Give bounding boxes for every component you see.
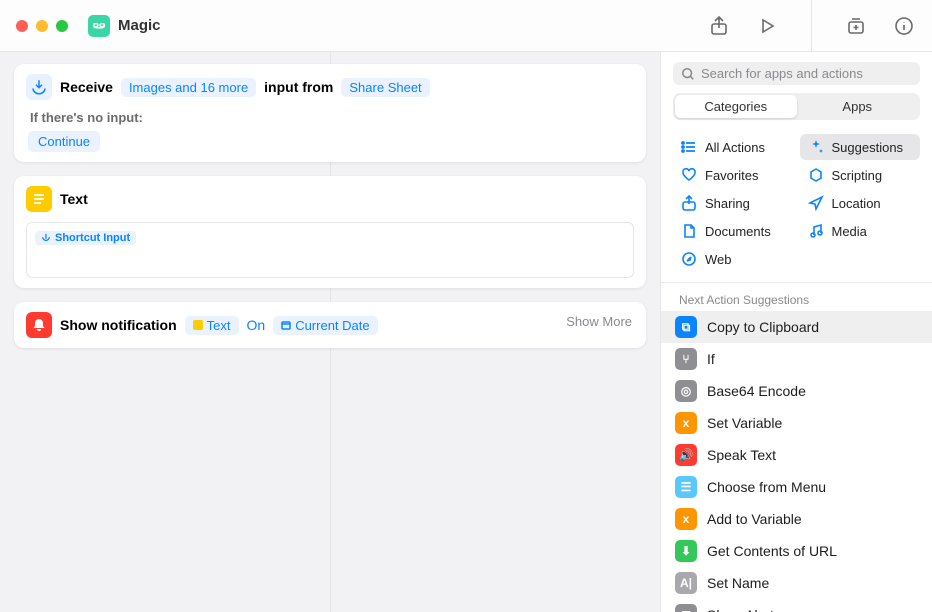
sparkle-icon — [808, 139, 824, 155]
shortcut-input-token[interactable]: Shortcut Input — [35, 231, 136, 245]
receive-verb: Receive — [60, 79, 113, 95]
suggestion-icon: ◎ — [675, 380, 697, 402]
action-library: Categories Apps All Actions Suggestions Fa… — [660, 52, 932, 612]
titlebar: Magic — [0, 0, 932, 52]
category-label: Web — [705, 252, 732, 267]
suggestion-label: Show Alert — [707, 607, 774, 612]
suggestion-get-contents-of-url[interactable]: ⬇ Get Contents of URL — [661, 535, 932, 567]
heart-icon — [681, 167, 697, 183]
notification-on: On — [247, 317, 266, 333]
category-label: Favorites — [705, 168, 758, 183]
text-title: Text — [60, 191, 88, 207]
category-grid: All Actions Suggestions Favorites Scripting… — [661, 130, 932, 282]
receive-mid: input from — [264, 79, 333, 95]
suggestion-show-alert[interactable]: ⊡ Show Alert — [661, 599, 932, 612]
suggestion-add-to-variable[interactable]: x Add to Variable — [661, 503, 932, 535]
share-icon — [681, 195, 697, 211]
suggestion-icon: A| — [675, 572, 697, 594]
doc-icon — [681, 223, 697, 239]
category-scripting[interactable]: Scripting — [800, 162, 921, 188]
category-label: Suggestions — [832, 140, 904, 155]
suggestion-label: Get Contents of URL — [707, 543, 837, 559]
suggestion-label: Add to Variable — [707, 511, 802, 527]
notification-action-card[interactable]: Show More Show notification Text On Curr… — [14, 302, 646, 348]
window-controls — [16, 20, 68, 32]
receive-source-token[interactable]: Share Sheet — [341, 78, 429, 97]
minimize-window[interactable] — [36, 20, 48, 32]
suggestion-icon: x — [675, 412, 697, 434]
tab-apps[interactable]: Apps — [797, 95, 919, 118]
suggestion-base64-encode[interactable]: ◎ Base64 Encode — [661, 375, 932, 407]
list-icon — [681, 139, 697, 155]
fullscreen-window[interactable] — [56, 20, 68, 32]
category-label: Documents — [705, 224, 771, 239]
shortcut-icon — [88, 15, 110, 37]
suggestion-icon: x — [675, 508, 697, 530]
suggestion-icon: ⬇ — [675, 540, 697, 562]
notification-title-token[interactable]: Text — [185, 316, 239, 335]
suggestion-label: Set Name — [707, 575, 769, 591]
category-all-actions[interactable]: All Actions — [673, 134, 794, 160]
category-label: Media — [832, 224, 867, 239]
suggestion-icon: ⑂ — [675, 348, 697, 370]
category-sharing[interactable]: Sharing — [673, 190, 794, 216]
category-label: Scripting — [832, 168, 883, 183]
music-icon — [808, 223, 824, 239]
shortcut-title[interactable]: Magic — [118, 17, 161, 34]
library-button[interactable] — [844, 14, 868, 38]
suggestion-set-name[interactable]: A| Set Name — [661, 567, 932, 599]
no-input-label: If there's no input: — [30, 110, 634, 125]
no-input-fallback[interactable]: Continue — [28, 131, 100, 152]
suggestion-icon: ⧉ — [675, 316, 697, 338]
text-action-card[interactable]: Text Shortcut Input — [14, 176, 646, 288]
suggestion-label: Base64 Encode — [707, 383, 806, 399]
search-input[interactable] — [701, 66, 912, 81]
text-icon — [26, 186, 52, 212]
category-documents[interactable]: Documents — [673, 218, 794, 244]
suggestion-if[interactable]: ⑂ If — [661, 343, 932, 375]
suggestion-icon: ⊡ — [675, 604, 697, 612]
suggestion-label: Set Variable — [707, 415, 782, 431]
suggestion-icon: 🔊 — [675, 444, 697, 466]
suggestion-label: Speak Text — [707, 447, 776, 463]
category-suggestions[interactable]: Suggestions — [800, 134, 921, 160]
category-label: Location — [832, 196, 881, 211]
scripting-icon — [808, 167, 824, 183]
suggestion-label: If — [707, 351, 715, 367]
show-more-button[interactable]: Show More — [566, 314, 632, 329]
text-field[interactable]: Shortcut Input — [26, 222, 634, 278]
tab-categories[interactable]: Categories — [675, 95, 797, 118]
close-window[interactable] — [16, 20, 28, 32]
run-button[interactable] — [755, 14, 779, 38]
search-icon — [681, 67, 695, 81]
notification-title: Show notification — [60, 317, 177, 333]
suggestions-section: Next Action Suggestions ⧉ Copy to Clipboa… — [661, 282, 932, 612]
suggestion-set-variable[interactable]: x Set Variable — [661, 407, 932, 439]
category-media[interactable]: Media — [800, 218, 921, 244]
receive-icon — [26, 74, 52, 100]
share-button[interactable] — [707, 14, 731, 38]
receive-types-token[interactable]: Images and 16 more — [121, 78, 256, 97]
safari-icon — [681, 251, 697, 267]
suggestion-copy-to-clipboard[interactable]: ⧉ Copy to Clipboard — [661, 311, 932, 343]
receive-action-card[interactable]: Receive Images and 16 more input from Sh… — [14, 64, 646, 162]
workflow-editor[interactable]: Receive Images and 16 more input from Sh… — [0, 52, 660, 612]
category-web[interactable]: Web — [673, 246, 794, 272]
library-segmented-control[interactable]: Categories Apps — [673, 93, 920, 120]
notification-body-token[interactable]: Current Date — [273, 316, 377, 335]
info-button[interactable] — [892, 14, 916, 38]
category-label: All Actions — [705, 140, 765, 155]
suggestion-speak-text[interactable]: 🔊 Speak Text — [661, 439, 932, 471]
suggestion-icon: ☰ — [675, 476, 697, 498]
suggestion-label: Choose from Menu — [707, 479, 826, 495]
category-favorites[interactable]: Favorites — [673, 162, 794, 188]
category-location[interactable]: Location — [800, 190, 921, 216]
pointer-icon — [808, 195, 824, 211]
category-label: Sharing — [705, 196, 750, 211]
suggestion-label: Copy to Clipboard — [707, 319, 819, 335]
search-field-container[interactable] — [673, 62, 920, 85]
notification-icon — [26, 312, 52, 338]
suggestion-choose-from-menu[interactable]: ☰ Choose from Menu — [661, 471, 932, 503]
suggestions-header: Next Action Suggestions — [661, 283, 932, 311]
